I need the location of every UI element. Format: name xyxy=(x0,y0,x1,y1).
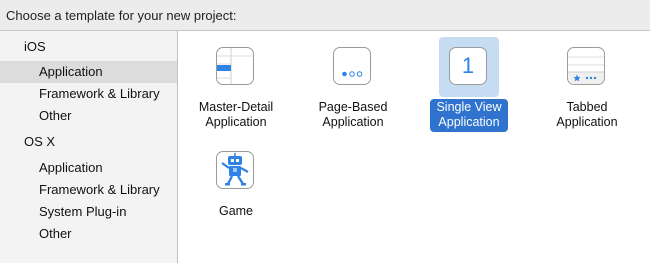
platform-sidebar: iOS Application Framework & Library Othe… xyxy=(0,31,178,263)
template-grid: Master-Detail Application Page-Based App… xyxy=(178,31,650,263)
sidebar-item-osx-framework-library[interactable]: Framework & Library xyxy=(0,179,177,201)
page-based-icon xyxy=(333,47,371,85)
game-robot-icon xyxy=(216,151,254,189)
dialog-prompt: Choose a template for your new project: xyxy=(6,8,237,23)
template-chooser: iOS Application Framework & Library Othe… xyxy=(0,30,650,263)
template-game[interactable]: Game xyxy=(182,141,290,221)
template-label: Single View Application xyxy=(430,99,508,132)
sidebar-item-osx-system-plugin[interactable]: System Plug-in xyxy=(0,201,177,223)
master-detail-icon xyxy=(216,47,254,85)
single-view-icon-digit: 1 xyxy=(461,53,475,78)
sidebar-item-ios-other[interactable]: Other xyxy=(0,105,177,127)
template-page-based[interactable]: Page-Based Application xyxy=(299,37,407,132)
sidebar-group-osx[interactable]: OS X xyxy=(0,131,177,153)
template-single-view[interactable]: 1 Single View Application xyxy=(415,37,523,132)
template-label: Page-Based Application xyxy=(318,100,388,129)
sidebar-group-ios[interactable]: iOS xyxy=(0,36,177,58)
template-master-detail[interactable]: Master-Detail Application xyxy=(182,37,290,132)
template-tabbed[interactable]: Tabbed Application xyxy=(533,37,641,132)
sidebar-item-ios-application[interactable]: Application xyxy=(0,61,177,83)
template-label: Tabbed Application xyxy=(556,100,618,129)
single-view-icon: 1 xyxy=(449,47,487,85)
template-label: Master-Detail Application xyxy=(198,100,274,129)
sidebar-item-osx-application[interactable]: Application xyxy=(0,157,177,179)
template-label: Game xyxy=(218,204,254,218)
sidebar-item-osx-other[interactable]: Other xyxy=(0,223,177,245)
sidebar-item-ios-framework-library[interactable]: Framework & Library xyxy=(0,83,177,105)
tabbed-icon xyxy=(567,47,605,85)
